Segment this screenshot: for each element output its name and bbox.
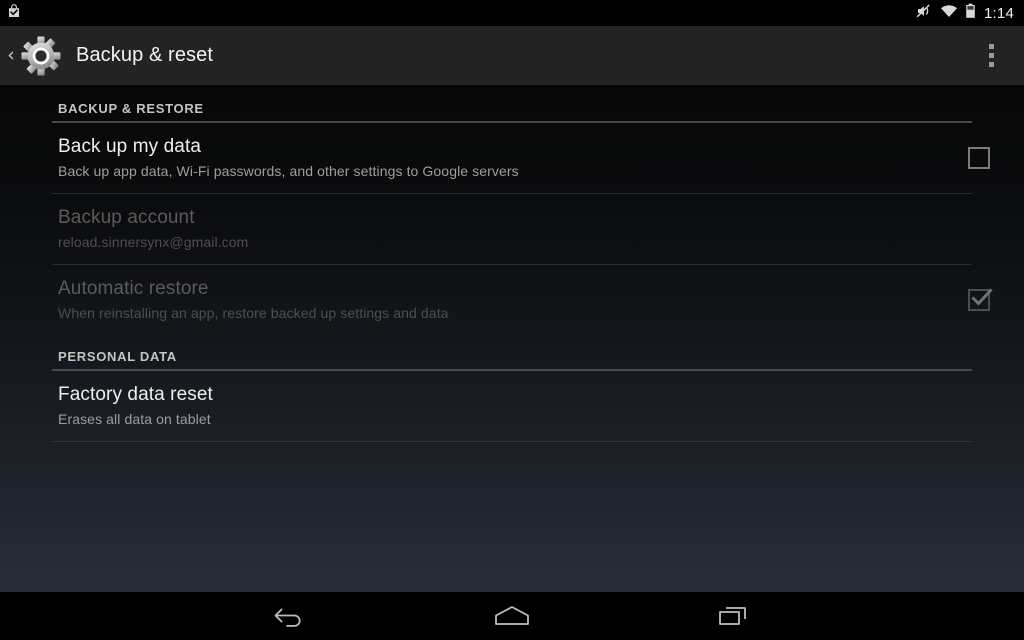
pref-summary: Erases all data on tablet: [58, 411, 211, 427]
overflow-menu-icon[interactable]: [978, 39, 1004, 73]
status-bar: 1:14: [0, 0, 1024, 26]
checkbox-back-up-my-data[interactable]: [968, 147, 990, 169]
pref-text: Back up my data Back up app data, Wi-Fi …: [58, 135, 934, 181]
checkmark-icon: [971, 288, 993, 306]
action-bar: ‹ Backup & reset: [0, 26, 1024, 86]
section-backup-restore: BACKUP & RESTORE Back up my data Back up…: [0, 87, 1024, 335]
status-bar-notifications: [6, 3, 22, 24]
section-personal-data: PERSONAL DATA Factory data reset Erases …: [0, 335, 1024, 442]
pref-automatic-restore: Automatic restore When reinstalling an a…: [0, 265, 1024, 335]
row-divider: [52, 441, 972, 442]
status-bar-system-icons: 1:14: [916, 3, 1014, 24]
pref-title: Factory data reset: [58, 384, 213, 405]
pref-text: Automatic restore When reinstalling an a…: [58, 277, 934, 323]
nav-back-button[interactable]: [205, 592, 375, 640]
pref-summary: When reinstalling an app, restore backed…: [58, 305, 449, 321]
wifi-icon: [940, 4, 958, 23]
volume-muted-icon: [916, 3, 933, 24]
play-store-installed-icon: [6, 3, 22, 24]
pref-title: Automatic restore: [58, 278, 209, 299]
section-header: PERSONAL DATA: [58, 349, 177, 364]
pref-widget: [934, 147, 1024, 169]
section-header: BACKUP & RESTORE: [58, 101, 204, 116]
settings-list: BACKUP & RESTORE Back up my data Back up…: [0, 87, 1024, 592]
pref-backup-account: Backup account reload.sinnersynx@gmail.c…: [0, 194, 1024, 264]
pref-factory-data-reset[interactable]: Factory data reset Erases all data on ta…: [0, 371, 1024, 441]
pref-summary: reload.sinnersynx@gmail.com: [58, 234, 249, 250]
battery-icon: [965, 3, 976, 24]
nav-home-button[interactable]: [427, 592, 597, 640]
page-title: Backup & reset: [76, 44, 214, 66]
pref-title: Back up my data: [58, 136, 202, 157]
checkbox-automatic-restore: [968, 288, 993, 311]
android-settings-screen: 1:14 ‹ Backup & reset BACKUP & RESTORE B…: [0, 0, 1024, 640]
pref-widget: [934, 288, 1024, 311]
back-icon: [274, 608, 301, 627]
settings-gear-icon[interactable]: [20, 35, 62, 77]
navigation-bar: [0, 592, 1024, 640]
back-chevron-icon[interactable]: ‹: [2, 46, 20, 65]
status-bar-clock: 1:14: [984, 4, 1014, 22]
pref-text: Factory data reset Erases all data on ta…: [58, 383, 934, 429]
nav-recents-button[interactable]: [649, 592, 819, 640]
recents-icon: [719, 607, 746, 625]
pref-title: Backup account: [58, 207, 195, 228]
home-icon: [495, 606, 529, 625]
pref-text: Backup account reload.sinnersynx@gmail.c…: [58, 206, 934, 252]
pref-summary: Back up app data, Wi-Fi passwords, and o…: [58, 163, 519, 179]
pref-back-up-my-data[interactable]: Back up my data Back up app data, Wi-Fi …: [0, 123, 1024, 193]
